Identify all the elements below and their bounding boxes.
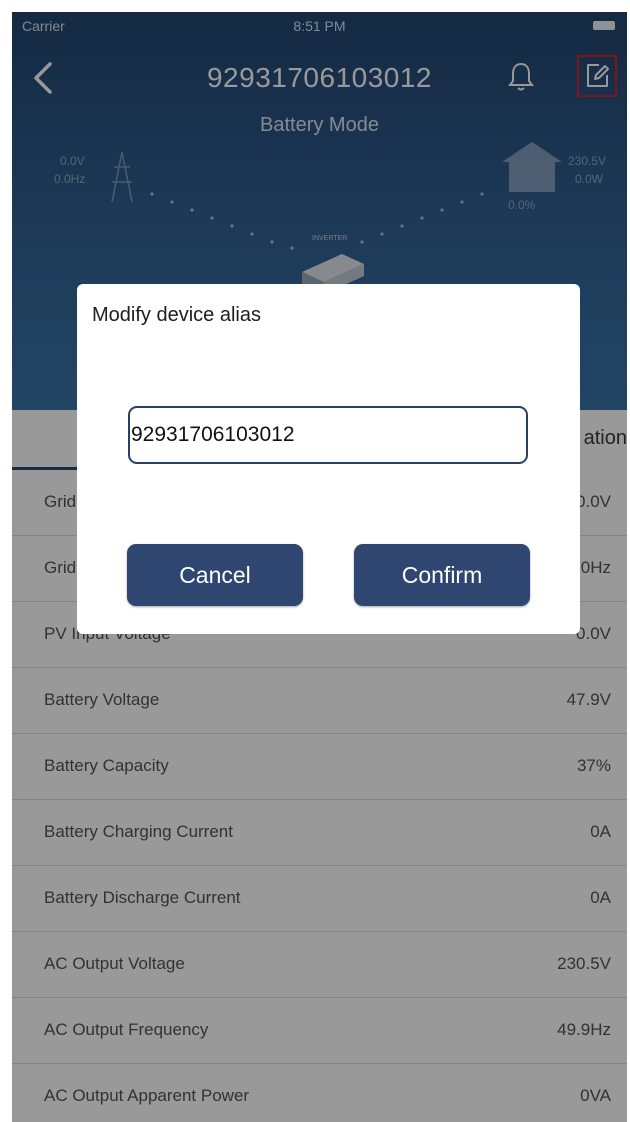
app-screen: Carrier 8:51 PM 92931706103012 Battery M… xyxy=(12,12,627,1122)
alias-input[interactable] xyxy=(128,406,528,464)
cancel-button[interactable]: Cancel xyxy=(127,544,303,606)
alias-dialog: Modify device alias Cancel Confirm xyxy=(77,284,580,634)
dialog-title: Modify device alias xyxy=(92,304,261,326)
confirm-button[interactable]: Confirm xyxy=(354,544,530,606)
